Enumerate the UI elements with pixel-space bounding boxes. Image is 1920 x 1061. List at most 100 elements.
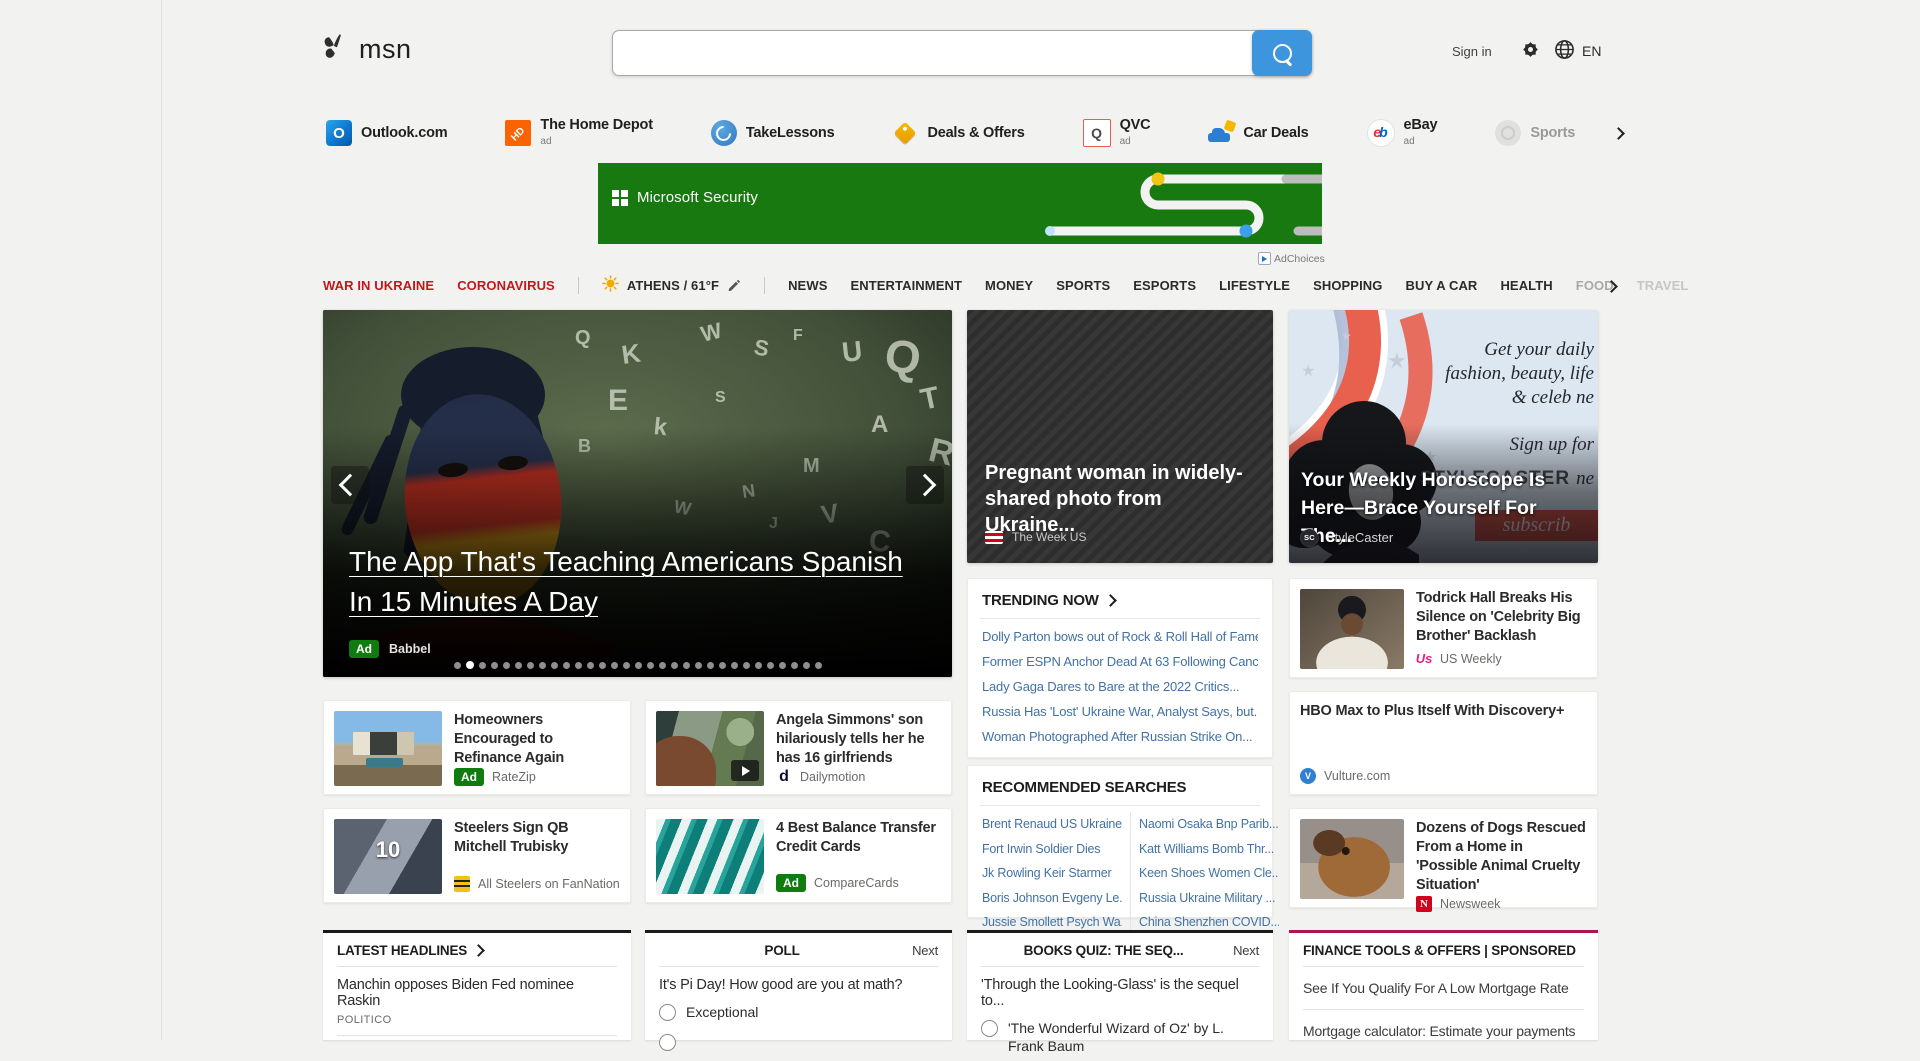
carousel-dot[interactable]	[575, 662, 582, 669]
poll-option[interactable]: Exceptional	[659, 997, 938, 1027]
poll-option[interactable]	[659, 1027, 938, 1057]
trending-link[interactable]: Russia Has 'Lost' Ukraine War, Analyst S…	[982, 699, 1258, 724]
radio-button-icon[interactable]	[981, 1020, 998, 1037]
finance-offer-link[interactable]: See If You Qualify For A Low Mortgage Ra…	[1303, 967, 1584, 1010]
search-input[interactable]	[612, 30, 1312, 76]
nav-category-link[interactable]: NEWS	[788, 278, 827, 293]
finance-offer-link[interactable]: Mortgage calculator: Estimate your payme…	[1303, 1010, 1584, 1052]
carousel-dot[interactable]	[671, 662, 678, 669]
nav-category-link[interactable]: TRAVEL	[1637, 278, 1689, 293]
shortcuts-next-button[interactable]	[1608, 120, 1629, 147]
recommended-search-link[interactable]: Fort Irwin Soldier Dies	[982, 837, 1122, 862]
carousel-dot[interactable]	[719, 662, 726, 669]
recommended-search-link[interactable]: Russia Ukraine Military ...	[1139, 886, 1279, 911]
shortcut-item[interactable]: Outlook.com	[326, 120, 447, 146]
weather-widget[interactable]: ATHENS / 61°F	[602, 275, 741, 295]
language-selector[interactable]: EN	[1554, 39, 1601, 63]
search-button[interactable]	[1252, 30, 1312, 76]
news-card[interactable]: Dozens of Dogs Rescued From a Home in 'P…	[1289, 808, 1598, 908]
quiz-option[interactable]: 'The Wonderful Wizard of Oz' by L. Frank…	[981, 1013, 1259, 1061]
shortcut-item[interactable]: Sports	[1495, 120, 1575, 146]
display-ad-banner[interactable]: Microsoft Security	[598, 163, 1322, 244]
poll-next-link[interactable]: Next	[912, 943, 938, 958]
settings-button[interactable]	[1519, 38, 1542, 64]
recommended-search-link[interactable]: Katt Williams Bomb Thr...	[1139, 837, 1279, 862]
hero-headline[interactable]: The App That's Teaching Americans Spanis…	[349, 542, 929, 622]
carousel-dot[interactable]	[755, 662, 762, 669]
carousel-dot[interactable]	[563, 662, 570, 669]
radio-button-icon[interactable]	[659, 1004, 676, 1021]
radio-button-icon[interactable]	[659, 1034, 676, 1051]
carousel-dot[interactable]	[527, 662, 534, 669]
news-card-stylecaster[interactable]: ★ ★ ★ ★ Get your daily fashion, beauty, …	[1289, 310, 1598, 563]
nav-category-link[interactable]: ESPORTS	[1133, 278, 1196, 293]
carousel-dot[interactable]	[803, 662, 810, 669]
carousel-dot[interactable]	[743, 662, 750, 669]
shortcut-item[interactable]: QVC ad	[1083, 118, 1151, 149]
carousel-dot[interactable]	[539, 662, 546, 669]
carousel-dot[interactable]	[695, 662, 702, 669]
trending-link[interactable]: Lady Gaga Dares to Bare at the 2022 Crit…	[982, 674, 1258, 699]
latest-headlines-header[interactable]: LATEST HEADLINES	[337, 933, 617, 967]
news-card[interactable]: Todrick Hall Breaks His Silence on 'Cele…	[1289, 578, 1598, 678]
carousel-dot[interactable]	[635, 662, 642, 669]
news-card-week[interactable]: Pregnant woman in widely-shared photo fr…	[967, 310, 1273, 563]
carousel-dot[interactable]	[683, 662, 690, 669]
nav-category-link[interactable]: LIFESTYLE	[1219, 278, 1290, 293]
trending-link[interactable]: Woman Photographed After Russian Strike …	[982, 724, 1258, 749]
nav-next-button[interactable]	[1602, 274, 1621, 299]
shortcut-item[interactable]: TakeLessons	[711, 120, 835, 146]
carousel-dot[interactable]	[767, 662, 774, 669]
trending-link[interactable]: Former ESPN Anchor Dead At 63 Following …	[982, 649, 1258, 674]
carousel-dot[interactable]	[731, 662, 738, 669]
nav-category-link[interactable]: SHOPPING	[1313, 278, 1382, 293]
adchoices-link[interactable]: AdChoices	[1258, 252, 1325, 265]
nav-alert-link[interactable]: WAR IN UKRAINE	[323, 278, 434, 293]
carousel-prev-button[interactable]	[331, 466, 369, 504]
shortcut-item[interactable]: Deals & Offers	[892, 120, 1024, 146]
trending-header[interactable]: TRENDING NOW	[980, 579, 1260, 619]
carousel-dot[interactable]	[503, 662, 510, 669]
nav-category-link[interactable]: SPORTS	[1056, 278, 1110, 293]
news-card[interactable]: Angela Simmons' son hilariously tells he…	[645, 700, 952, 795]
news-card[interactable]: HBO Max to Plus Itself With Discovery+ V…	[1289, 691, 1598, 795]
news-card[interactable]: 4 Best Balance Transfer Credit Cards Ad …	[645, 808, 952, 903]
shortcut-item[interactable]: The Home Depot ad	[505, 118, 652, 149]
carousel-dot[interactable]	[611, 662, 618, 669]
carousel-dot[interactable]	[491, 662, 498, 669]
carousel-dot[interactable]	[479, 662, 486, 669]
carousel-dot[interactable]	[587, 662, 594, 669]
nav-category-link[interactable]: BUY A CAR	[1406, 278, 1478, 293]
recommended-search-link[interactable]: Jk Rowling Keir Starmer	[982, 861, 1122, 886]
carousel-dot[interactable]	[466, 661, 474, 669]
shortcut-item[interactable]: Car Deals	[1208, 120, 1308, 146]
sign-in-link[interactable]: Sign in	[1452, 44, 1492, 59]
recommended-search-link[interactable]: Boris Johnson Evgeny Le...	[982, 886, 1122, 911]
news-card[interactable]: Homeowners Encouraged to Refinance Again…	[323, 700, 631, 795]
carousel-dot[interactable]	[623, 662, 630, 669]
carousel-dot[interactable]	[551, 662, 558, 669]
msn-logo[interactable]: msn	[320, 31, 412, 68]
carousel-dot[interactable]	[515, 662, 522, 669]
carousel-dot[interactable]	[707, 662, 714, 669]
news-card[interactable]: Steelers Sign QB Mitchell Trubisky All S…	[323, 808, 631, 903]
carousel-dot[interactable]	[815, 662, 822, 669]
carousel-dot[interactable]	[647, 662, 654, 669]
trending-link[interactable]: Dolly Parton bows out of Rock & Roll Hal…	[982, 624, 1258, 649]
nav-alert-link[interactable]: CORONAVIRUS	[457, 278, 555, 293]
quiz-next-link[interactable]: Next	[1233, 943, 1259, 958]
recommended-search-link[interactable]: Naomi Osaka Bnp Parib...	[1139, 812, 1279, 837]
recommended-search-link[interactable]: Brent Renaud US Ukraine	[982, 812, 1122, 837]
nav-category-link[interactable]: ENTERTAINMENT	[850, 278, 962, 293]
carousel-dot[interactable]	[791, 662, 798, 669]
carousel-dot[interactable]	[779, 662, 786, 669]
carousel-next-button[interactable]	[906, 466, 944, 504]
nav-category-link[interactable]: HEALTH	[1500, 278, 1552, 293]
headline-link[interactable]: Manchin opposes Biden Fed nominee Raskin	[337, 967, 617, 1011]
nav-category-link[interactable]: MONEY	[985, 278, 1033, 293]
carousel-dot[interactable]	[454, 662, 461, 669]
carousel-dot[interactable]	[599, 662, 606, 669]
recommended-search-link[interactable]: Keen Shoes Women Cle...	[1139, 861, 1279, 886]
carousel-dot[interactable]	[659, 662, 666, 669]
shortcut-item[interactable]: eBay ad	[1367, 118, 1438, 149]
